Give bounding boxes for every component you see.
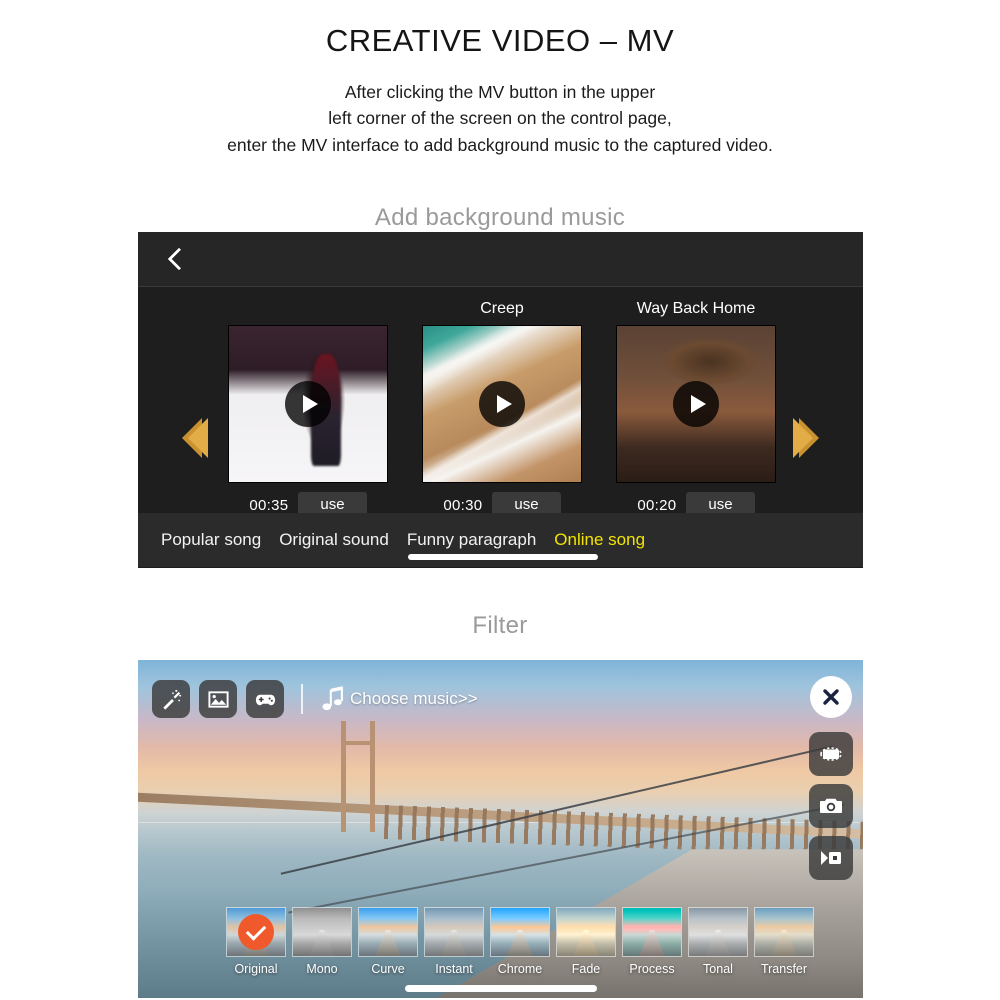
play-icon[interactable] (285, 381, 331, 427)
filter-option-curve[interactable]: Curve (358, 907, 418, 976)
filter-option-original[interactable]: Original (226, 907, 286, 976)
music-section-heading: Add background music (374, 203, 626, 231)
bridge-pylon-crossbar (341, 741, 372, 746)
song-card: Creep 00:30 use (422, 297, 582, 518)
page-title: CREATIVE VIDEO – MV (325, 23, 675, 58)
tab-funny-paragraph[interactable]: Funny paragraph (398, 530, 545, 550)
magic-wand-icon[interactable] (152, 680, 190, 718)
filter-thumbnail (556, 907, 616, 957)
filter-label: Transfer (760, 962, 808, 976)
tab-popular-song[interactable]: Popular song (152, 530, 270, 550)
song-title: Creep (480, 300, 524, 317)
song-duration: 00:35 (249, 496, 289, 514)
filter-option-tonal[interactable]: Tonal (688, 907, 748, 976)
gamepad-icon[interactable] (246, 680, 284, 718)
filter-thumbnail (688, 907, 748, 957)
selected-check-icon (238, 914, 274, 950)
filter-preview (293, 908, 351, 956)
filter-label: Curve (371, 962, 405, 976)
filter-right-rail (809, 676, 853, 880)
filter-label: Process (629, 962, 675, 976)
back-chevron-icon[interactable] (166, 249, 186, 269)
song-title (228, 297, 388, 321)
song-thumbnail[interactable] (228, 325, 388, 483)
song-thumbnail[interactable] (616, 325, 776, 483)
tab-scroll-indicator (408, 554, 598, 560)
song-card: 00:35 use (228, 297, 388, 518)
filter-preview (491, 908, 549, 956)
filter-thumbnail (754, 907, 814, 957)
filter-option-fade[interactable]: Fade (556, 907, 616, 976)
camera-icon[interactable] (809, 784, 853, 828)
choose-music-label: Choose music>> (350, 689, 478, 708)
filter-section-heading: Filter (472, 612, 528, 639)
play-icon[interactable] (673, 381, 719, 427)
music-note-icon (322, 686, 343, 711)
filter-strip: Original Mono Curve Instant Chrome Fade … (138, 907, 863, 976)
filter-option-process[interactable]: Process (622, 907, 682, 976)
filter-thumbnail (292, 907, 352, 957)
filter-thumbnail (226, 907, 286, 957)
tab-online-song[interactable]: Online song (545, 530, 654, 550)
filter-preview (359, 908, 417, 956)
filter-thumbnail (424, 907, 484, 957)
song-track: 00:35 use Creep 00:30 use Way Back Home … (138, 287, 863, 518)
filter-thumbnail (622, 907, 682, 957)
filter-preview (557, 908, 615, 956)
filter-preview (755, 908, 813, 956)
bridge-pylon (341, 720, 346, 833)
double-chevron-right-icon[interactable] (791, 415, 825, 461)
song-thumbnail[interactable] (422, 325, 582, 483)
tab-original-sound[interactable]: Original sound (270, 530, 398, 550)
close-icon[interactable] (810, 676, 852, 718)
image-icon[interactable] (199, 680, 237, 718)
filter-label: Chrome (497, 962, 543, 976)
mv-header (138, 232, 863, 287)
song-duration: 00:20 (637, 496, 677, 514)
mv-song-carousel: 00:35 use Creep 00:30 use Way Back Home … (138, 287, 863, 518)
filter-label: Tonal (703, 962, 733, 976)
filter-label: Original (234, 962, 278, 976)
filter-label: Instant (435, 962, 473, 976)
song-card: Way Back Home 00:20 use (616, 297, 776, 518)
filter-preview (623, 908, 681, 956)
filter-option-transfer[interactable]: Transfer (754, 907, 814, 976)
filter-preview (689, 908, 747, 956)
mv-tab-bar: Popular song Original sound Funny paragr… (138, 513, 863, 567)
filter-toolbar: Choose music>> (152, 680, 478, 718)
filter-preview (425, 908, 483, 956)
song-title: Way Back Home (636, 300, 756, 317)
song-duration: 00:30 (443, 496, 483, 514)
toolbar-divider (301, 684, 303, 714)
filter-option-instant[interactable]: Instant (424, 907, 484, 976)
video-camera-icon[interactable] (809, 836, 853, 880)
play-icon[interactable] (479, 381, 525, 427)
page-root: CREATIVE VIDEO – MV After clicking the M… (0, 0, 1000, 1000)
page-description: After clicking the MV button in the uppe… (0, 79, 1000, 159)
flip-camera-icon[interactable] (809, 732, 853, 776)
choose-music-button[interactable]: Choose music>> (320, 685, 478, 713)
filter-option-chrome[interactable]: Chrome (490, 907, 550, 976)
description-line-1: After clicking the MV button in the uppe… (344, 81, 656, 102)
bridge-pylon (370, 720, 375, 833)
filter-option-mono[interactable]: Mono (292, 907, 352, 976)
description-line-2: left corner of the screen on the control… (328, 108, 672, 129)
filter-thumbnail (490, 907, 550, 957)
home-indicator (404, 985, 597, 992)
mv-screen: 00:35 use Creep 00:30 use Way Back Home … (138, 232, 863, 568)
filter-screen: Choose music>> Original Mono Curve Insta… (138, 660, 863, 998)
filter-thumbnail (358, 907, 418, 957)
filter-label: Fade (571, 962, 601, 976)
description-line-3: enter the MV interface to add background… (227, 134, 773, 155)
filter-label: Mono (306, 962, 338, 976)
